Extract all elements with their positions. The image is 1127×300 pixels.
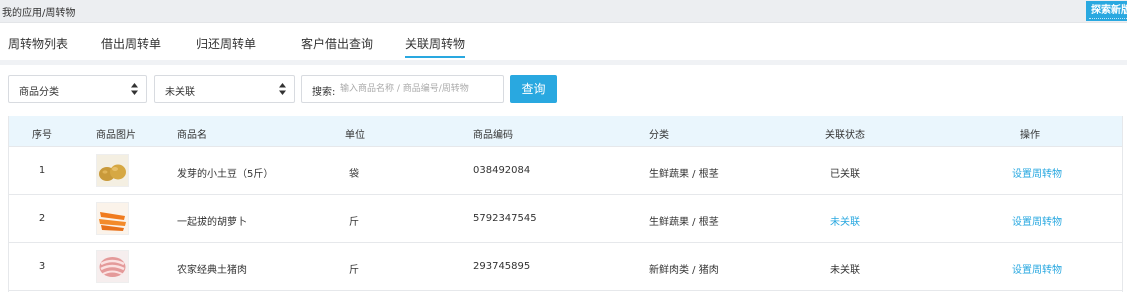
set-turnover-link[interactable]: 设置周转物 <box>1012 261 1062 276</box>
updown-arrows-icon <box>279 83 286 95</box>
tab-customer-lend-query[interactable]: 客户借出查询 <box>301 35 373 52</box>
potato-image <box>96 154 129 187</box>
row-category: 生鲜蔬果 / 根茎 <box>649 217 719 228</box>
row-code: 293745895 <box>473 261 531 272</box>
table-bottom-border <box>9 290 1122 291</box>
row-status: 已关联 <box>830 169 860 180</box>
row-product-name: 农家经典土猪肉 <box>177 265 247 276</box>
table-row: 2 一起拔的胡萝卜 斤 5792347545 生鲜蔬果 / 根茎 未关联 设置周… <box>9 194 1122 243</box>
set-turnover-link[interactable]: 设置周转物 <box>1012 165 1062 180</box>
row-status: 未关联 <box>830 217 860 228</box>
tab-bar: 周转物列表 借出周转单 归还周转单 客户借出查询 关联周转物 <box>0 22 1127 60</box>
search-label: 搜索: <box>312 87 336 98</box>
column-header-category: 分类 <box>649 130 669 141</box>
tab-turnover-list[interactable]: 周转物列表 <box>8 35 68 52</box>
top-bar: 我的应用/周转物 探索新版 <box>0 0 1127 23</box>
row-code: 038492084 <box>473 165 531 176</box>
breadcrumb: 我的应用/周转物 <box>2 8 76 19</box>
search-input[interactable] <box>340 80 500 98</box>
table-row: 1 发芽的小土豆（5斤） 袋 038492084 生鲜蔬果 / 根茎 已关联 设… <box>9 146 1122 195</box>
product-table: 序号 商品图片 商品名 单位 商品编码 分类 关联状态 操作 1 发芽的小土豆（… <box>8 116 1123 292</box>
row-category: 生鲜蔬果 / 根茎 <box>649 169 719 180</box>
row-index: 2 <box>38 213 46 224</box>
category-select-value: 商品分类 <box>19 87 59 98</box>
row-unit: 斤 <box>349 217 359 228</box>
table-header: 序号 商品图片 商品名 单位 商品编码 分类 关联状态 操作 <box>9 116 1122 146</box>
row-index: 1 <box>38 165 46 176</box>
column-header-index: 序号 <box>32 130 52 141</box>
explore-new-version-button[interactable]: 探索新版 <box>1086 1 1127 21</box>
column-header-status: 关联状态 <box>825 130 865 141</box>
row-unit: 袋 <box>349 169 359 180</box>
carrot-image <box>96 202 129 235</box>
search-box: 搜索: <box>301 75 504 103</box>
column-header-unit: 单位 <box>345 130 365 141</box>
tab-lend-orders[interactable]: 借出周转单 <box>101 35 161 52</box>
row-unit: 斤 <box>349 265 359 276</box>
set-turnover-link[interactable]: 设置周转物 <box>1012 213 1062 228</box>
divider <box>0 60 1127 65</box>
table-row: 3 农家经典土猪肉 斤 293745895 新鲜肉类 / 猪肉 未关联 设置周转… <box>9 242 1122 291</box>
column-header-image: 商品图片 <box>96 130 136 141</box>
row-product-name: 发芽的小土豆（5斤） <box>177 169 274 180</box>
column-header-code: 商品编码 <box>473 130 513 141</box>
row-status: 未关联 <box>830 265 860 276</box>
column-header-actions: 操作 <box>1020 130 1040 141</box>
relation-select-value: 未关联 <box>165 87 195 98</box>
row-category: 新鲜肉类 / 猪肉 <box>649 265 719 276</box>
pork-image <box>96 250 129 283</box>
tab-linked-turnover[interactable]: 关联周转物 <box>405 35 466 58</box>
updown-arrows-icon <box>131 83 138 95</box>
relation-status-select[interactable]: 未关联 <box>154 75 295 103</box>
row-index: 3 <box>38 261 46 272</box>
category-select[interactable]: 商品分类 <box>8 75 147 103</box>
column-header-name: 商品名 <box>177 130 207 141</box>
row-product-name: 一起拔的胡萝卜 <box>177 217 247 228</box>
query-button[interactable]: 查询 <box>510 75 557 103</box>
tab-return-orders[interactable]: 归还周转单 <box>196 35 256 52</box>
row-code: 5792347545 <box>473 213 537 224</box>
